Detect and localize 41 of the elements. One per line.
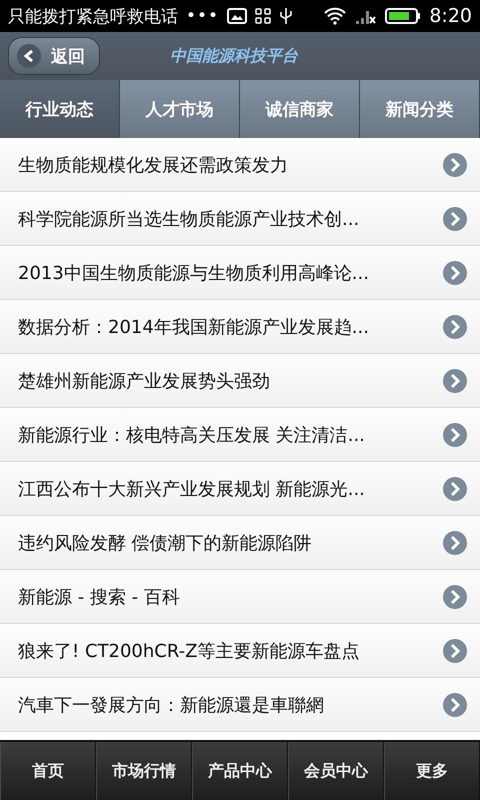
tab[interactable]: 诚信商家 [240, 80, 360, 138]
wifi-icon [323, 7, 348, 25]
news-title: 科学院能源所当选生物质能源产业技术创... [18, 208, 360, 230]
nav-button[interactable]: 更多 [384, 742, 480, 800]
news-title: 新能源 - 搜索 - 百科 [18, 586, 181, 608]
news-title: 汽車下一發展方向：新能源還是車聯網 [18, 694, 325, 716]
news-title: 违约风险发酵 偿债潮下的新能源陷阱 [18, 532, 313, 554]
chevron-right-icon [442, 530, 468, 556]
image-icon [227, 8, 248, 24]
more-notifications: ••• [186, 6, 220, 26]
grid-icon [255, 8, 272, 24]
usb-icon [279, 7, 294, 25]
nav-button[interactable]: 产品中心 [192, 742, 288, 800]
tab[interactable]: 人才市场 [120, 80, 240, 138]
news-title: 新能源行业：核电特高关压发展 关注清洁... [18, 424, 366, 446]
news-title: 2013中国生物质能源与生物质利用高峰论... [18, 262, 370, 284]
chevron-right-icon [442, 476, 468, 502]
chevron-right-icon [442, 422, 468, 448]
news-title: 狼来了! CT200hCR-Z等主要新能源车盘点 [18, 640, 360, 662]
news-title: 楚雄州新能源产业发展势头强劲 [18, 370, 271, 392]
news-title: 数据分析：2014年我国新能源产业发展趋... [18, 316, 370, 338]
chevron-right-icon [442, 368, 468, 394]
chevron-right-icon [442, 584, 468, 610]
chevron-right-icon [442, 260, 468, 286]
tab[interactable]: 行业动态 [0, 80, 120, 138]
notification-text: 只能拨打紧急呼救电话 [8, 6, 178, 28]
back-button[interactable]: 返回 [8, 37, 100, 75]
tab[interactable]: 新闻分类 [360, 80, 480, 138]
app-title: 中国能源科技平台 [170, 46, 298, 66]
chevron-right-icon [442, 152, 468, 178]
news-title: 江西公布十大新兴产业发展规划 新能源光... [18, 478, 366, 500]
nav-button[interactable]: 首页 [0, 742, 96, 800]
nav-button[interactable]: 市场行情 [96, 742, 192, 800]
chevron-right-icon [442, 206, 468, 232]
nav-button[interactable]: 会员中心 [288, 742, 384, 800]
battery-icon [385, 7, 422, 25]
chevron-right-icon [442, 314, 468, 340]
chevron-right-icon [442, 638, 468, 664]
news-title: 生物质能规模化发展还需政策发力 [18, 154, 289, 176]
chevron-right-icon [442, 692, 468, 718]
clock: 8:20 [429, 5, 472, 27]
